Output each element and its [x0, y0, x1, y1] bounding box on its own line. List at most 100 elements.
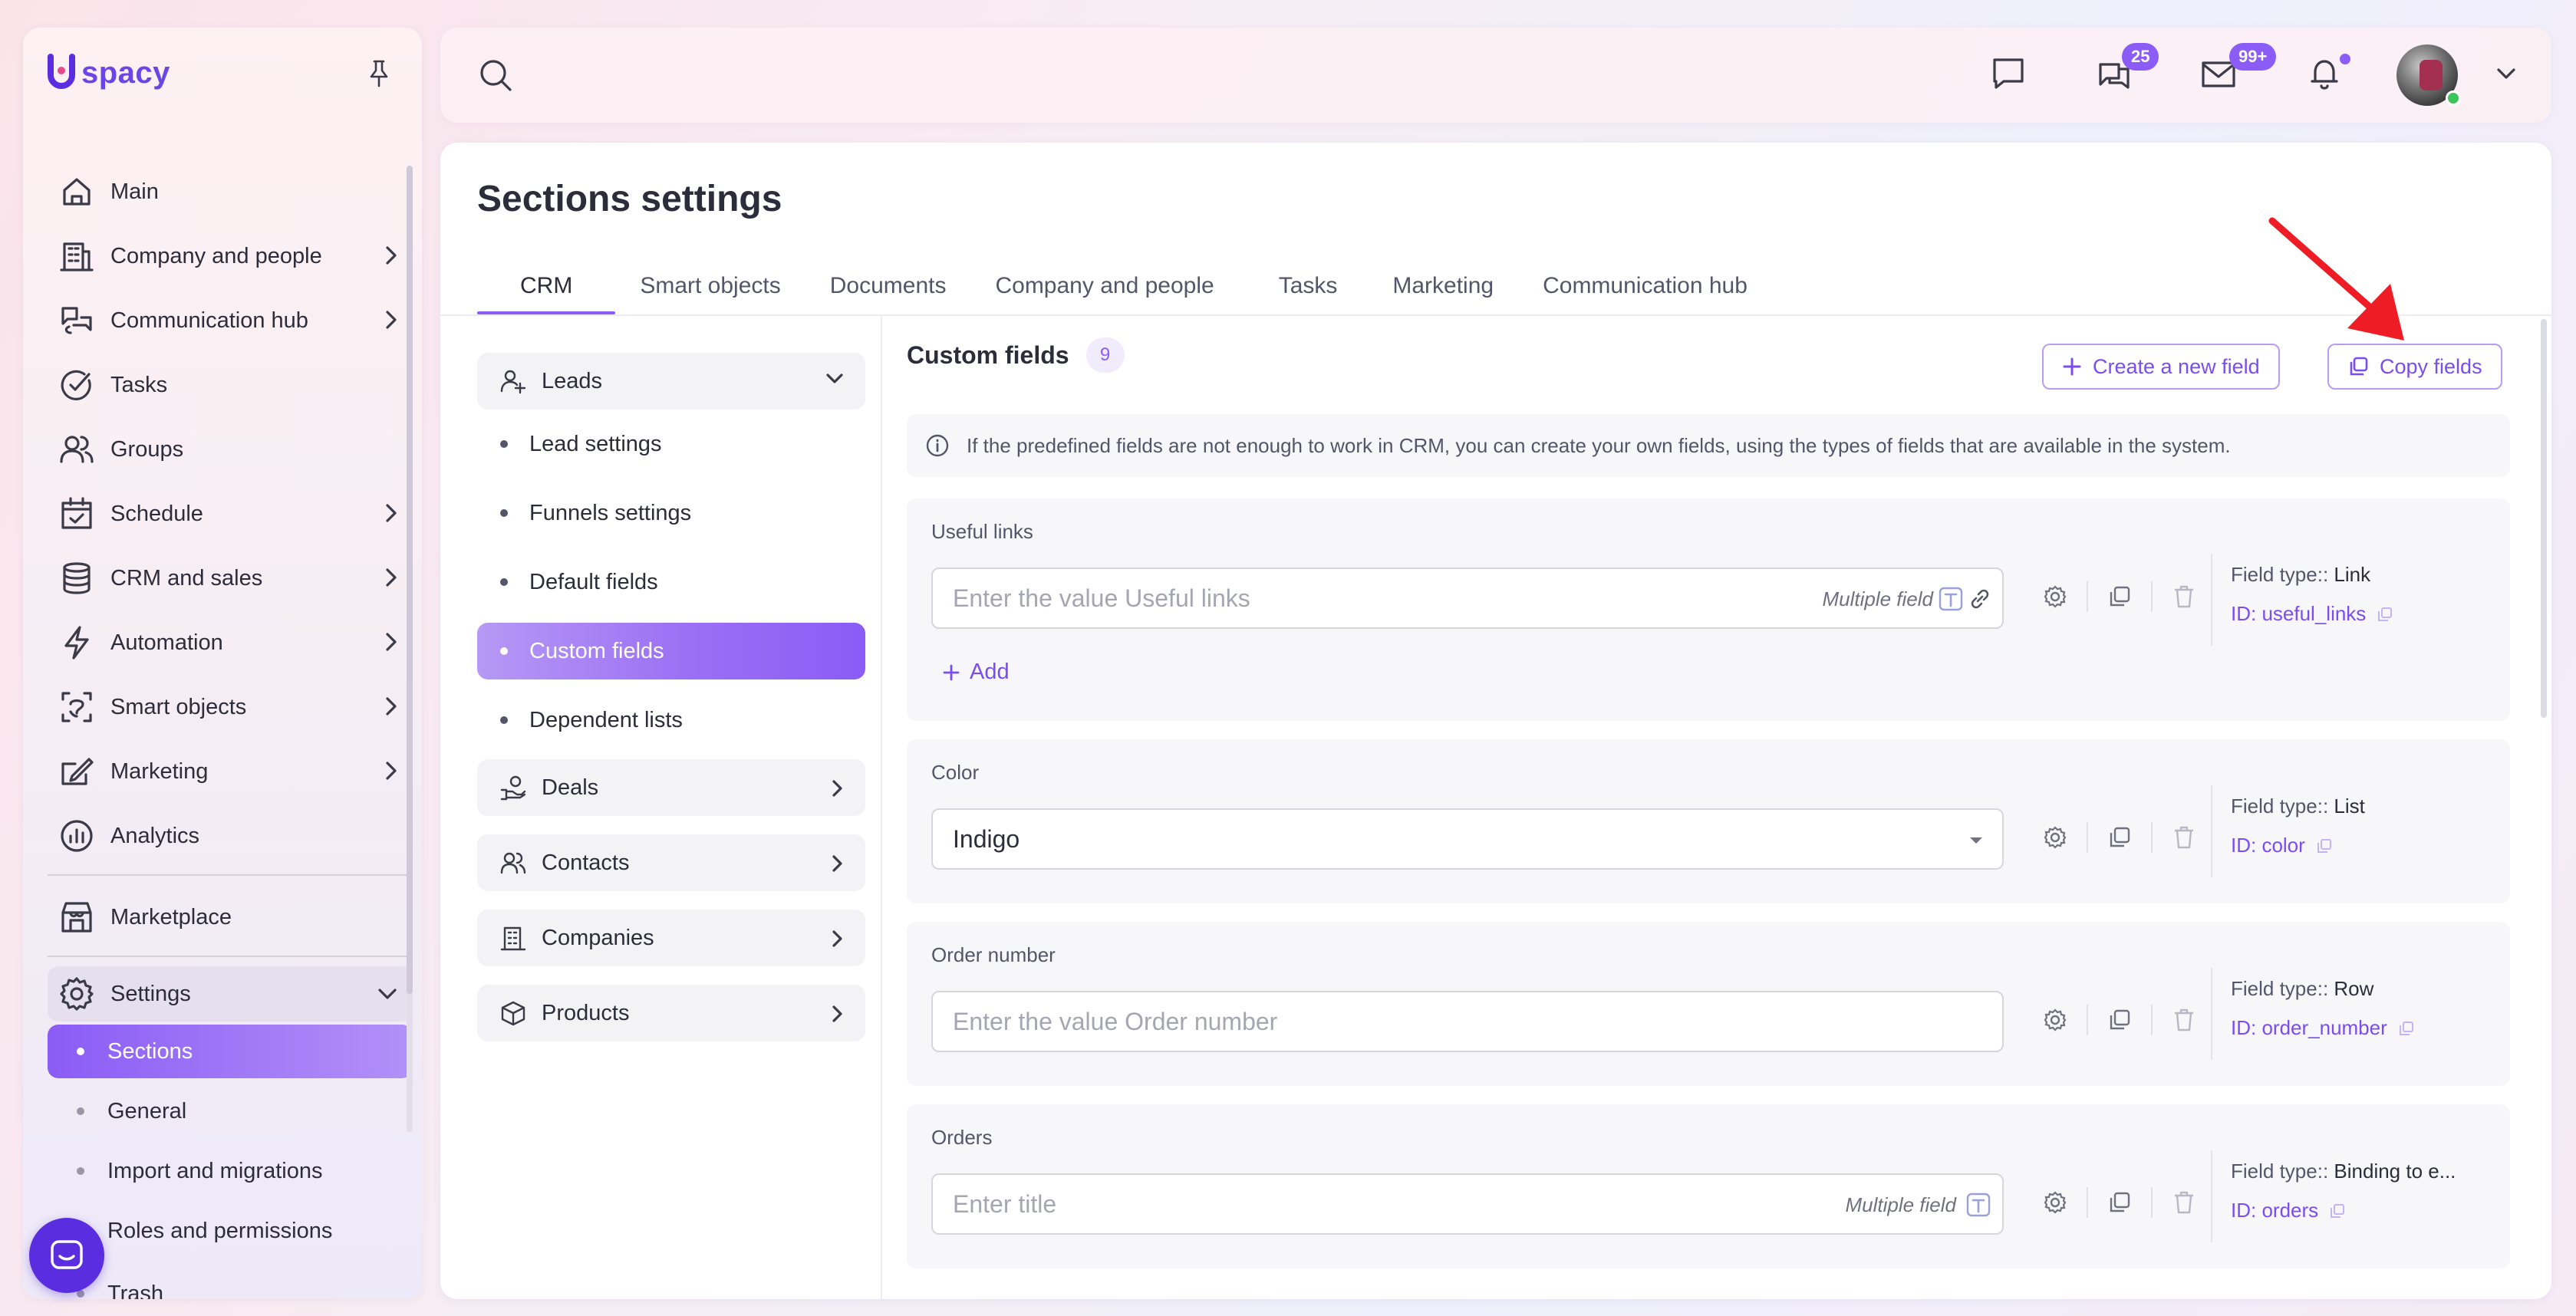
sidebar-item-marketplace[interactable]: Marketplace — [48, 885, 413, 949]
field-select-color[interactable]: Indigo — [931, 808, 2004, 870]
submenu-group-leads[interactable]: Leads — [477, 353, 865, 410]
trash-icon[interactable] — [2153, 584, 2215, 609]
add-value-link[interactable]: Add — [942, 660, 1010, 685]
trash-icon[interactable] — [2153, 825, 2215, 850]
main-panel: Sections settings CRM Smart objects Docu… — [440, 143, 2551, 1299]
field-tools — [2024, 1005, 2215, 1035]
submenu-group-products[interactable]: Products — [477, 985, 865, 1041]
chevron-right-icon — [386, 311, 397, 329]
submenu-item-default-fields[interactable]: Default fields — [477, 548, 865, 617]
field-meta: Field type:: Link ID: useful_links — [2211, 554, 2393, 646]
tab-smart-objects[interactable]: Smart objects — [615, 267, 805, 314]
sidebar-item-schedule[interactable]: Schedule — [48, 482, 413, 546]
chevron-right-icon — [386, 697, 397, 716]
text-format-icon[interactable] — [1965, 1192, 1991, 1218]
multiple-field-label: Multiple field — [1845, 1193, 1956, 1216]
chevron-right-icon — [386, 568, 397, 587]
copy-id-icon[interactable] — [2377, 606, 2393, 623]
settings-gear-icon[interactable] — [2024, 584, 2087, 609]
tab-company-and-people[interactable]: Company and people — [970, 267, 1238, 314]
sidebar-subitem-import[interactable]: Import and migrations — [48, 1141, 413, 1201]
sidebar-divider — [48, 956, 413, 957]
chevron-down-icon[interactable] — [2496, 67, 2516, 80]
sidebar-item-settings[interactable]: Settings — [48, 966, 413, 1022]
duplicate-icon[interactable] — [2088, 1008, 2151, 1032]
text-format-icon[interactable] — [1938, 586, 1964, 612]
submenu-group-contacts[interactable]: Contacts — [477, 834, 865, 891]
link-icon[interactable] — [1968, 587, 1991, 610]
sidebar-subitem-general[interactable]: General — [48, 1081, 413, 1141]
submenu-group-deals[interactable]: Deals — [477, 759, 865, 816]
create-field-button[interactable]: Create a new field — [2042, 344, 2280, 390]
settings-gear-icon[interactable] — [2024, 1008, 2087, 1032]
submenu-item-label: Funnels settings — [529, 500, 692, 525]
top-bar: 25 99+ — [440, 28, 2551, 123]
chevron-right-icon — [386, 633, 397, 651]
plus-icon — [943, 664, 960, 680]
tab-marketing[interactable]: Marketing — [1368, 267, 1518, 314]
search-icon[interactable] — [477, 57, 514, 94]
column-divider — [881, 316, 882, 1299]
field-meta: Field type:: Row ID: order_number — [2211, 968, 2415, 1060]
sidebar-item-crm-and-sales[interactable]: CRM and sales — [48, 546, 413, 610]
field-id[interactable]: ID: color — [2231, 834, 2365, 857]
copy-id-icon[interactable] — [2329, 1202, 2346, 1219]
tab-crm[interactable]: CRM — [477, 267, 616, 314]
create-field-label: Create a new field — [2093, 354, 2260, 378]
field-input-orders[interactable]: Enter title Multiple field — [931, 1173, 2004, 1235]
copy-id-icon[interactable] — [2316, 837, 2333, 854]
submenu-group-companies[interactable]: Companies — [477, 910, 865, 966]
sidebar-item-company-and-people[interactable]: Company and people — [48, 224, 413, 288]
sidebar-item-main[interactable]: Main — [48, 160, 413, 224]
submenu-item-custom-fields[interactable]: Custom fields — [477, 623, 865, 679]
tab-tasks[interactable]: Tasks — [1239, 267, 1369, 314]
content-scrollbar[interactable] — [2541, 319, 2547, 718]
sidebar-divider — [48, 874, 413, 876]
field-id[interactable]: ID: orders — [2231, 1199, 2456, 1222]
settings-gear-icon[interactable] — [2024, 825, 2087, 850]
sidebar-item-smart-objects[interactable]: Smart objects — [48, 675, 413, 739]
tab-communication-hub[interactable]: Communication hub — [1518, 267, 1772, 314]
trash-icon[interactable] — [2153, 1008, 2215, 1032]
logo-text: spacy — [81, 55, 170, 90]
bell-icon[interactable] — [2306, 55, 2343, 92]
chevron-right-icon — [832, 930, 842, 947]
duplicate-icon[interactable] — [2088, 1190, 2151, 1215]
support-chat-button[interactable] — [29, 1218, 104, 1293]
field-input-order-number[interactable]: Enter the value Order number — [931, 991, 2004, 1052]
submenu-item-funnels-settings[interactable]: Funnels settings — [477, 479, 865, 548]
field-id[interactable]: ID: order_number — [2231, 1016, 2415, 1040]
pin-icon[interactable] — [367, 58, 391, 89]
copy-id-icon[interactable] — [2398, 1020, 2415, 1037]
field-input-useful-links[interactable]: Enter the value Useful links Multiple fi… — [931, 568, 2004, 629]
dropdown-arrow-icon — [1970, 837, 1982, 844]
duplicate-icon[interactable] — [2088, 584, 2151, 609]
sidebar-scrollbar[interactable] — [407, 166, 413, 994]
sidebar-item-marketing[interactable]: Marketing — [48, 739, 413, 804]
field-label: Orders — [931, 1126, 993, 1149]
duplicate-icon[interactable] — [2088, 825, 2151, 850]
sidebar-item-label: Analytics — [110, 823, 200, 848]
sidebar-item-automation[interactable]: Automation — [48, 610, 413, 675]
tab-documents[interactable]: Documents — [805, 267, 971, 314]
chevron-right-icon — [386, 504, 397, 522]
submenu-item-lead-settings[interactable]: Lead settings — [477, 410, 865, 479]
sidebar-item-label: Company and people — [110, 243, 322, 268]
sidebar-item-groups[interactable]: Groups — [48, 417, 413, 482]
sidebar-item-tasks[interactable]: Tasks — [48, 353, 413, 417]
trash-icon[interactable] — [2153, 1190, 2215, 1215]
annotation-arrow-icon — [2268, 217, 2404, 341]
field-id[interactable]: ID: useful_links — [2231, 602, 2393, 626]
messages-icon[interactable] — [1990, 55, 2027, 92]
sidebar-subitem-sections[interactable]: Sections — [48, 1025, 413, 1078]
submenu-item-dependent-lists[interactable]: Dependent lists — [477, 686, 865, 755]
sidebar-item-communication-hub[interactable]: Communication hub — [48, 288, 413, 353]
sidebar-item-label: Groups — [110, 436, 184, 462]
field-meta: Field type:: Binding to e... ID: orders — [2211, 1150, 2456, 1242]
logo[interactable]: spacy — [46, 54, 170, 92]
field-card-useful-links: Useful links Enter the value Useful link… — [907, 498, 2510, 721]
field-placeholder: Enter the value Useful links — [953, 584, 1250, 612]
sidebar-item-analytics[interactable]: Analytics — [48, 804, 413, 868]
field-tools — [2024, 581, 2215, 612]
settings-gear-icon[interactable] — [2024, 1190, 2087, 1215]
